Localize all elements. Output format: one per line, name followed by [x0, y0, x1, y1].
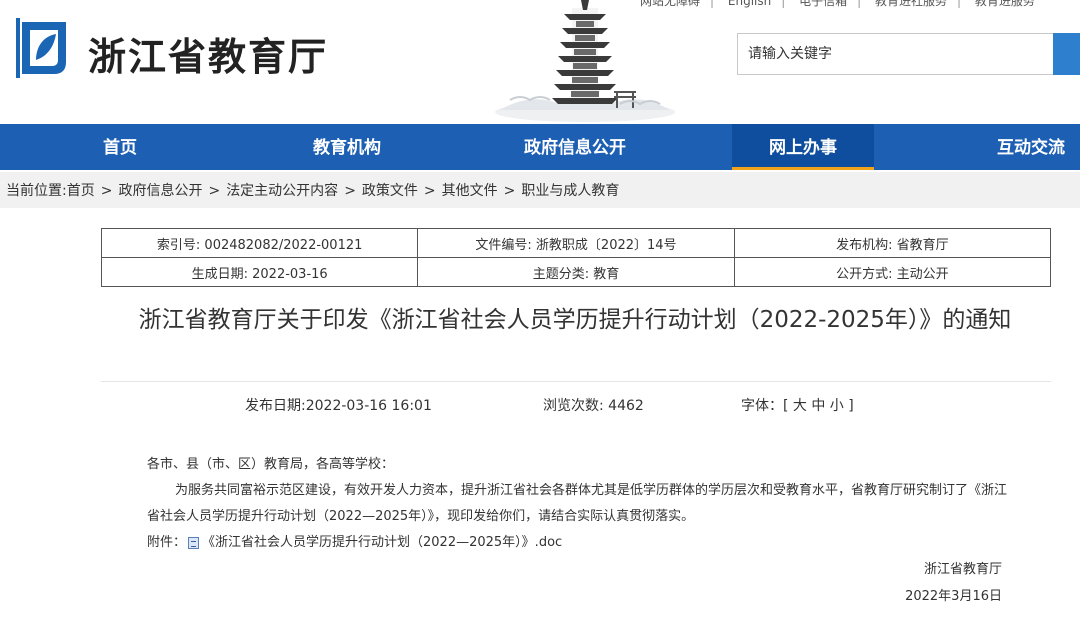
article-title: 浙江省教育厅关于印发《浙江省社会人员学历提升行动计划（2022-2025年）》的…	[138, 307, 1012, 333]
body-paragraph: 为服务共同富裕示范区建设，有效开发人力资本，提升浙江省社会各群体尤其是低学历群体…	[147, 483, 1008, 524]
site-title: 浙江省教育厅	[88, 34, 329, 79]
meta-disclosure: 公开方式: 主动公开	[733, 257, 1052, 287]
search-input[interactable]	[737, 33, 1053, 75]
nav-item-gov-info[interactable]: 政府信息公开	[505, 124, 645, 170]
meta-document-number: 文件编号: 浙教职成〔2022〕14号	[417, 228, 735, 258]
site-header: 浙江省教育厅	[0, 0, 1080, 124]
pagoda-banner-image	[495, 0, 675, 122]
nav-item-interaction[interactable]: 互动交流	[985, 124, 1077, 170]
signature-org: 浙江省教育厅	[923, 562, 1002, 577]
article-body: 各市、县（市、区）教育局，各高等学校： 为服务共同富裕示范区建设，有效开发人力资…	[147, 452, 1007, 556]
breadcrumb-separator: >	[503, 183, 516, 199]
main-nav: 首页 教育机构 政府信息公开 网上办事 互动交流	[0, 124, 1080, 170]
publish-date: 发布日期:2022-03-16 16:01	[245, 398, 432, 414]
site-logo-icon[interactable]	[14, 16, 74, 80]
nav-item-home[interactable]: 首页	[70, 124, 170, 170]
meta-created-date: 生成日期: 2022-03-16	[100, 257, 419, 287]
breadcrumb-prefix: 当前位置:	[6, 183, 67, 199]
salutation: 各市、县（市、区）教育局，各高等学校：	[147, 457, 395, 472]
breadcrumb-item-home[interactable]: 首页	[67, 183, 95, 199]
meta-row: 索引号: 002482082/2022-00121 文件编号: 浙教职成〔202…	[100, 228, 1052, 258]
document-meta-table: 索引号: 002482082/2022-00121 文件编号: 浙教职成〔202…	[100, 228, 1052, 287]
breadcrumb-separator: >	[208, 183, 221, 199]
font-size-control[interactable]: 字体：[ 大 中 小 ]	[741, 395, 854, 415]
nav-item-online-services[interactable]: 网上办事	[732, 124, 874, 170]
breadcrumb-item-statutory[interactable]: 法定主动公开内容	[226, 183, 338, 199]
attachment-link[interactable]: 《浙江省社会人员学历提升行动计划（2022—2025年）》.doc	[202, 530, 562, 556]
breadcrumb-item-gov-info[interactable]: 政府信息公开	[118, 183, 202, 199]
breadcrumb-item-policy[interactable]: 政策文件	[362, 183, 418, 199]
meta-topic: 主题分类: 教育	[417, 257, 735, 287]
attachment-line: 附件： 《浙江省社会人员学历提升行动计划（2022—2025年）》.doc	[147, 530, 1007, 556]
breadcrumb-separator: >	[100, 183, 113, 199]
search-button[interactable]	[1053, 33, 1080, 75]
meta-publisher: 发布机构: 省教育厅	[733, 228, 1052, 258]
breadcrumb-separator: >	[344, 183, 356, 199]
attachment-label: 附件：	[147, 535, 187, 550]
title-divider	[101, 381, 1051, 382]
view-count: 浏览次数: 4462	[543, 398, 644, 414]
breadcrumb-item-vocational[interactable]: 职业与成人教育	[521, 183, 619, 199]
nav-item-institutions[interactable]: 教育机构	[287, 124, 407, 170]
breadcrumb: 当前位置:首页 > 政府信息公开 > 法定主动公开内容 > 政策文件 > 其他文件 > 职业与成人教…	[0, 172, 1080, 208]
meta-index-number: 索引号: 002482082/2022-00121	[100, 228, 419, 258]
breadcrumb-item-other[interactable]: 其他文件	[442, 183, 498, 199]
signature-date: 2022年3月16日	[905, 589, 1002, 604]
breadcrumb-separator: >	[423, 183, 436, 199]
meta-row: 生成日期: 2022-03-16 主题分类: 教育 公开方式: 主动公开	[100, 257, 1052, 287]
doc-file-icon	[188, 537, 200, 549]
